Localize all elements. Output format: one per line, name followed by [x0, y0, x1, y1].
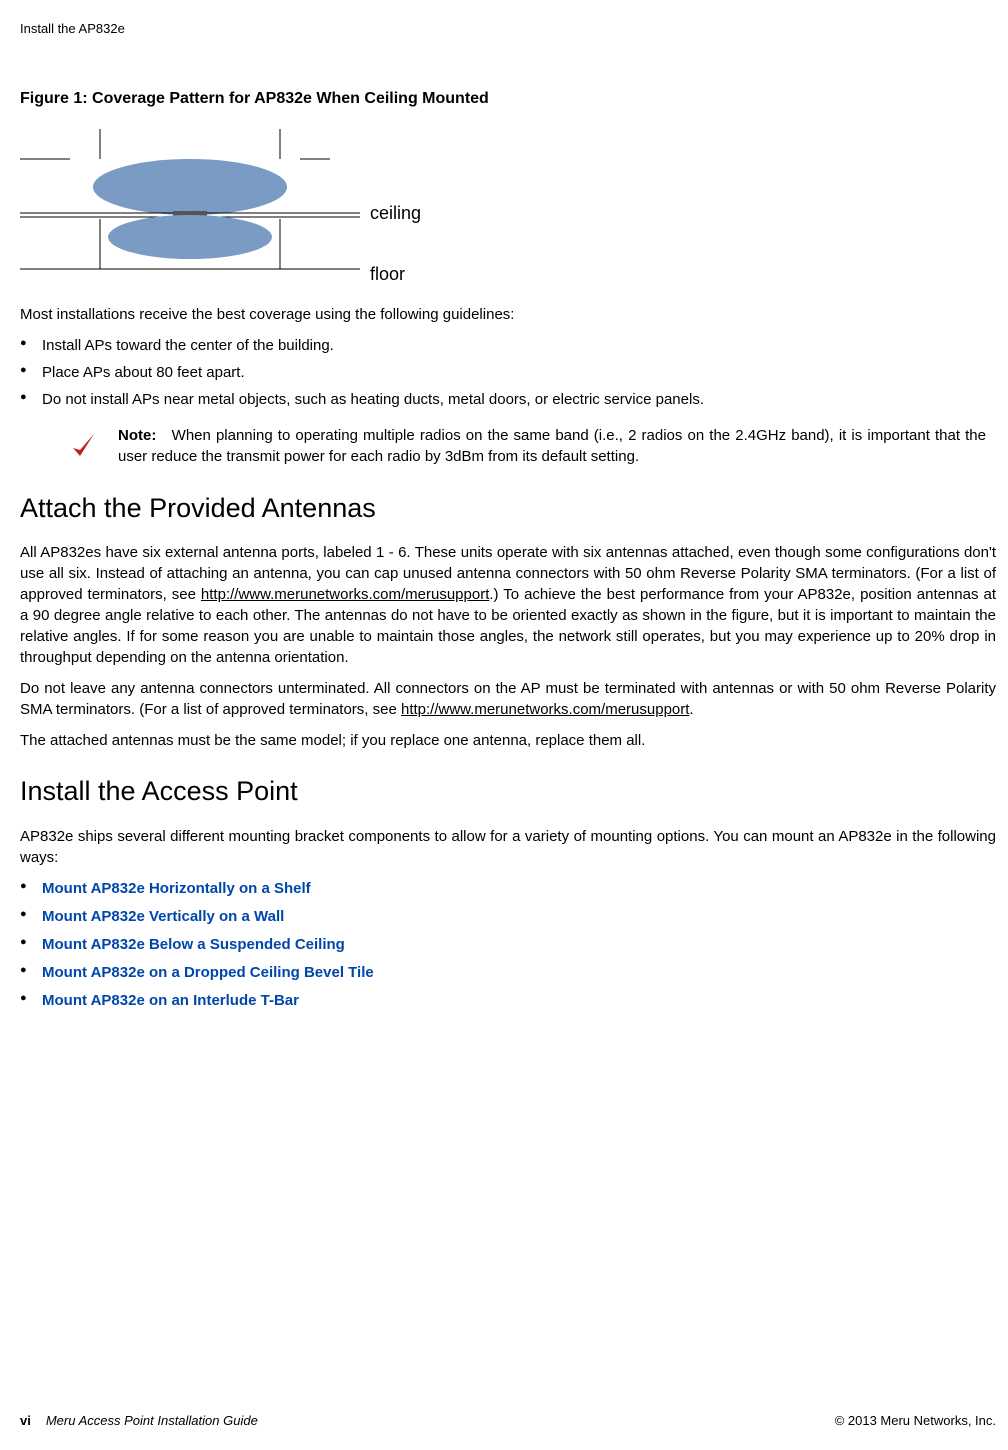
coverage-pattern-figure: ceiling floor: [20, 129, 996, 289]
heading-install-ap: Install the Access Point: [20, 773, 996, 811]
link-mount-wall[interactable]: Mount AP832e Vertically on a Wall: [42, 908, 284, 925]
paragraph-mounting-options: AP832e ships several different mounting …: [20, 826, 996, 868]
page-footer: vi Meru Access Point Installation Guide …: [20, 1412, 996, 1430]
note-block: Note: When planning to operating multipl…: [70, 425, 996, 468]
copyright: © 2013 Meru Networks, Inc.: [835, 1412, 996, 1430]
link-mount-shelf[interactable]: Mount AP832e Horizontally on a Shelf: [42, 880, 311, 897]
ceiling-label: ceiling: [370, 201, 421, 226]
coverage-svg: [20, 129, 360, 289]
heading-attach-antennas: Attach the Provided Antennas: [20, 490, 996, 528]
page-number: vi: [20, 1412, 31, 1430]
paragraph-terminate-connectors: Do not leave any antenna connectors unte…: [20, 678, 996, 720]
p3-post: .: [689, 701, 693, 718]
bullet-metal-objects: Do not install APs near metal objects, s…: [20, 389, 996, 410]
page-header: Install the AP832e: [20, 20, 996, 38]
link-mount-bevel-tile[interactable]: Mount AP832e on a Dropped Ceiling Bevel …: [42, 964, 374, 981]
merusupport-link-2[interactable]: http://www.merunetworks.com/merusupport: [401, 701, 689, 718]
floor-label: floor: [370, 262, 405, 287]
paragraph-same-model: The attached antennas must be the same m…: [20, 730, 996, 751]
bullet-center-building: Install APs toward the center of the bui…: [20, 335, 996, 356]
link-mount-interlude-tbar[interactable]: Mount AP832e on an Interlude T-Bar: [42, 992, 299, 1009]
paragraph-guidelines-intro: Most installations receive the best cove…: [20, 304, 996, 325]
figure-title: Figure 1: Coverage Pattern for AP832e Wh…: [20, 88, 996, 110]
checkmark-icon: [70, 430, 98, 468]
note-label: Note:: [118, 427, 156, 444]
note-body: When planning to operating multiple radi…: [118, 427, 986, 465]
paragraph-antenna-ports: All AP832es have six external antenna po…: [20, 542, 996, 668]
guide-title: Meru Access Point Installation Guide: [46, 1412, 258, 1430]
link-mount-suspended-ceiling[interactable]: Mount AP832e Below a Suspended Ceiling: [42, 936, 345, 953]
bullet-80-feet: Place APs about 80 feet apart.: [20, 362, 996, 383]
merusupport-link-1[interactable]: http://www.merunetworks.com/merusupport: [201, 586, 489, 603]
